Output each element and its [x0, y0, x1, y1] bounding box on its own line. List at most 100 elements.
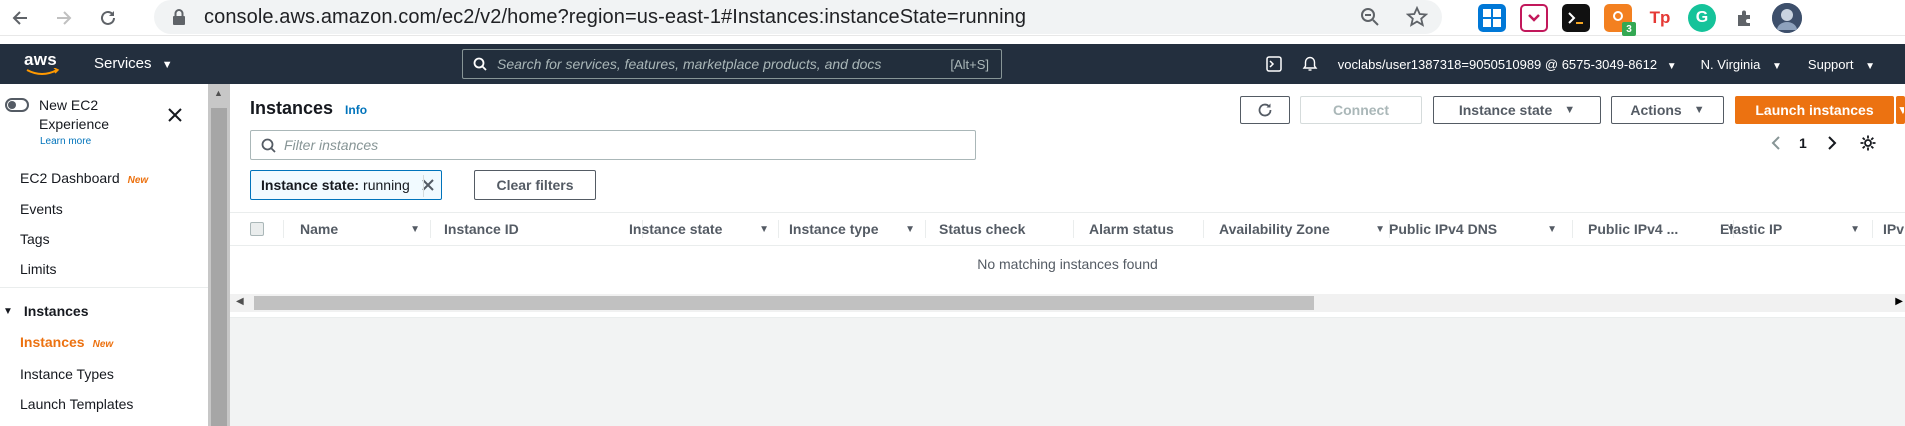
sort-caret-icon: ▼: [1547, 223, 1557, 235]
column-header-public-ipv4-dns[interactable]: Public IPv4 DNS ▼: [1389, 212, 1557, 246]
sidebar-item-events[interactable]: Events: [20, 201, 63, 217]
back-button[interactable]: [8, 6, 32, 30]
bookmark-star-icon[interactable]: [1406, 6, 1428, 28]
new-experience-text: New EC2 Experience: [39, 96, 109, 134]
search-icon: [261, 138, 276, 153]
sidebar-item-instance-types[interactable]: Instance Types: [20, 366, 114, 382]
info-link[interactable]: Info: [345, 103, 367, 117]
services-label: Services: [94, 55, 152, 72]
connect-label: Connect: [1333, 102, 1389, 118]
column-divider: [1073, 220, 1074, 238]
caret-down-icon: ▼: [161, 59, 173, 71]
scroll-up-arrow-icon[interactable]: ▲: [214, 88, 223, 98]
reload-icon: [101, 10, 115, 25]
caret-down-icon: ▼: [1666, 60, 1677, 72]
column-divider: [430, 220, 431, 238]
filter-instances-input[interactable]: [284, 137, 924, 153]
services-menu[interactable]: Services ▼: [94, 55, 173, 72]
column-divider: [778, 220, 779, 238]
grammarly-ext-icon[interactable]: G: [1688, 4, 1716, 32]
address-bar[interactable]: console.aws.amazon.com/ec2/v2/home?regio…: [154, 0, 1442, 34]
sidebar-item-launch-templates[interactable]: Launch Templates: [20, 396, 133, 412]
sidebar-item-tags[interactable]: Tags: [20, 231, 50, 247]
zoom-out-icon[interactable]: [1360, 7, 1380, 27]
new-experience-toggle[interactable]: [5, 98, 29, 112]
sidebar-item-ec2-dashboard[interactable]: EC2 Dashboard New: [20, 170, 148, 186]
refresh-button[interactable]: [1240, 96, 1290, 124]
windows-ext-icon[interactable]: [1478, 4, 1506, 32]
left-sidebar: New EC2 Experience Learn more EC2 Dashbo…: [0, 84, 208, 426]
aws-search-box[interactable]: [Alt+S]: [462, 49, 1002, 79]
puzzle-ext-icon[interactable]: [1730, 4, 1758, 32]
terminal-ext-icon[interactable]: [1562, 4, 1590, 32]
chevron-right-icon[interactable]: [1827, 135, 1837, 151]
column-header-alarm-status[interactable]: Alarm status: [1089, 212, 1199, 246]
orange-ext-icon[interactable]: 3: [1604, 4, 1636, 36]
gear-icon[interactable]: [1859, 134, 1877, 152]
main-content: Instances Info Connect Instance state ▼ …: [230, 84, 1905, 426]
page-header: Instances Info: [250, 98, 367, 119]
table-horizontal-scrollbar[interactable]: ◀ ▶: [230, 294, 1905, 312]
column-label: Elastic IP: [1720, 221, 1783, 237]
aws-logo[interactable]: aws: [24, 50, 64, 78]
launch-instances-button[interactable]: Launch instances: [1735, 96, 1894, 124]
aws-search-input[interactable]: [497, 56, 917, 72]
launch-dropdown-button[interactable]: ▼: [1896, 96, 1905, 124]
sidebar-item-label: EC2 Dashboard: [20, 170, 120, 186]
sidebar-item-label: Instance Types: [20, 366, 114, 382]
region-menu[interactable]: N. Virginia ▼: [1701, 57, 1782, 72]
scrollbar-thumb[interactable]: [211, 108, 227, 426]
column-header-instance-state[interactable]: Instance state ▼: [629, 212, 769, 246]
close-icon[interactable]: [167, 107, 183, 123]
tp-ext-icon[interactable]: Tp: [1646, 4, 1674, 32]
instance-state-label: Instance state: [1458, 102, 1553, 118]
select-all-checkbox[interactable]: [250, 222, 264, 236]
chevron-left-icon[interactable]: [1771, 135, 1781, 151]
new-experience-line1: New EC2: [39, 97, 99, 113]
learn-more-link[interactable]: Learn more: [40, 136, 91, 147]
header-right: voclabs/user1387318=9050510989 @ 6575-30…: [1266, 44, 1905, 84]
forward-button[interactable]: [52, 6, 76, 30]
bell-icon[interactable]: [1302, 56, 1318, 72]
page-number[interactable]: 1: [1799, 135, 1807, 151]
sidebar-item-instances[interactable]: Instances New: [20, 334, 113, 350]
column-header-instance-id[interactable]: Instance ID: [444, 212, 634, 246]
page-title: Instances: [250, 98, 334, 118]
column-header-availability-zone[interactable]: Availability Zone ▼: [1219, 212, 1385, 246]
sidebar-scrollbar[interactable]: ▲: [208, 84, 230, 426]
account-menu[interactable]: voclabs/user1387318=9050510989 @ 6575-30…: [1338, 57, 1677, 72]
region-label: N. Virginia: [1700, 56, 1761, 72]
clear-filters-button[interactable]: Clear filters: [474, 170, 596, 200]
support-label: Support: [1807, 56, 1854, 72]
column-divider: [1872, 220, 1873, 238]
column-label: Public IPv4 DNS: [1389, 221, 1498, 237]
launch-instances-label: Launch instances: [1755, 102, 1874, 118]
sidebar-item-limits[interactable]: Limits: [20, 261, 57, 277]
scroll-right-arrow-icon[interactable]: ▶: [1895, 296, 1903, 307]
caret-down-icon: ▼: [1772, 60, 1782, 72]
pocket-ext-icon[interactable]: [1520, 4, 1548, 32]
column-header-elastic-ip[interactable]: Elastic IP ▼: [1720, 212, 1860, 246]
column-header-instance-type[interactable]: Instance type ▼: [789, 212, 915, 246]
browser-toolbar: console.aws.amazon.com/ec2/v2/home?regio…: [0, 0, 1905, 36]
connect-button[interactable]: Connect: [1300, 96, 1422, 124]
column-label: Name: [300, 221, 339, 237]
sidebar-section-instances[interactable]: ▼ Instances: [3, 303, 89, 319]
reload-button[interactable]: [96, 6, 120, 30]
column-header-ipv6[interactable]: IPv: [1883, 212, 1905, 246]
aws-navbar: aws Services ▼ [Alt+S] voclabs/user13873…: [0, 44, 1905, 84]
support-menu[interactable]: Support ▼: [1808, 57, 1875, 72]
aws-smile-icon: [26, 68, 60, 75]
filter-instances-box[interactable]: [250, 130, 976, 160]
arrow-right-icon: [57, 10, 72, 25]
caret-down-icon: ▼: [1693, 104, 1705, 116]
scrollbar-thumb[interactable]: [254, 296, 1314, 310]
profile-avatar-icon[interactable]: [1772, 3, 1802, 33]
scroll-left-arrow-icon[interactable]: ◀: [236, 296, 244, 307]
actions-button[interactable]: Actions ▼: [1611, 96, 1724, 124]
column-header-status-check[interactable]: Status check: [939, 212, 1069, 246]
cloudshell-icon[interactable]: [1266, 56, 1282, 72]
column-header-public-ipv4[interactable]: Public IPv4 ... ▼: [1588, 212, 1736, 246]
column-header-name[interactable]: Name ▼: [300, 212, 420, 246]
instance-state-button[interactable]: Instance state ▼: [1433, 96, 1601, 124]
